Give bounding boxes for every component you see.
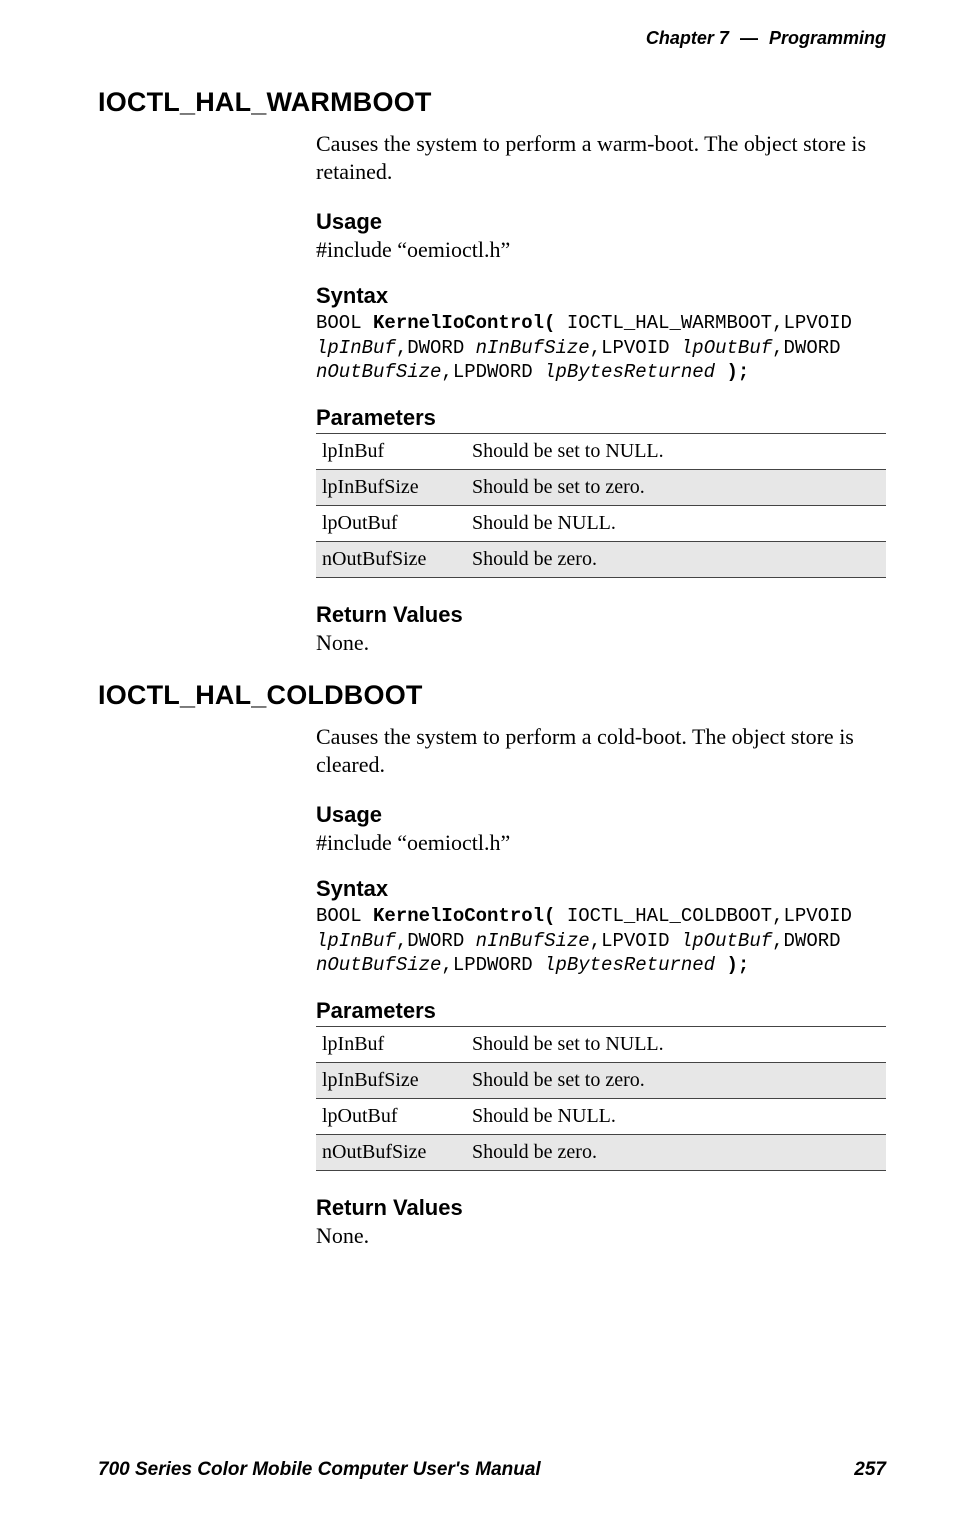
table-row: nOutBufSize Should be zero. — [316, 542, 886, 578]
param-desc: Should be set to NULL. — [466, 1027, 886, 1063]
usage-heading: Usage — [316, 802, 886, 828]
param-name: nOutBufSize — [316, 542, 466, 578]
section-body: Causes the system to perform a warm-boot… — [316, 130, 886, 656]
syntax-text: IOCTL_HAL_WARMBOOT,LPVOID — [555, 312, 851, 334]
syntax-italic: lpInBuf — [316, 930, 396, 952]
parameters-heading: Parameters — [316, 405, 886, 431]
syntax-italic: nOutBufSize — [316, 954, 441, 976]
param-name: nOutBufSize — [316, 1135, 466, 1171]
syntax-text: ,LPVOID — [590, 930, 681, 952]
syntax-italic: lpOutBuf — [681, 337, 772, 359]
param-desc: Should be set to zero. — [466, 470, 886, 506]
table-row: nOutBufSize Should be zero. — [316, 1135, 886, 1171]
table-row: lpInBufSize Should be set to zero. — [316, 470, 886, 506]
syntax-text: ,LPDWORD — [441, 361, 544, 383]
syntax-italic: lpBytesReturned — [544, 361, 715, 383]
running-footer: 700 Series Color Mobile Computer User's … — [98, 1459, 886, 1481]
table-row: lpInBuf Should be set to NULL. — [316, 434, 886, 470]
table-row: lpOutBuf Should be NULL. — [316, 1099, 886, 1135]
syntax-heading: Syntax — [316, 283, 886, 309]
usage-text: #include “oemioctl.h” — [316, 237, 886, 263]
parameters-heading: Parameters — [316, 998, 886, 1024]
syntax-italic: nOutBufSize — [316, 361, 441, 383]
syntax-text: BOOL — [316, 905, 373, 927]
chapter-title: Programming — [769, 28, 886, 48]
syntax-block: BOOL KernelIoControl( IOCTL_HAL_COLDBOOT… — [316, 904, 886, 978]
param-desc: Should be NULL. — [466, 1099, 886, 1135]
param-name: lpInBuf — [316, 434, 466, 470]
syntax-text: ,DWORD — [772, 930, 840, 952]
manual-title: 700 Series Color Mobile Computer User's … — [98, 1459, 541, 1481]
page-number: 257 — [854, 1459, 886, 1481]
syntax-bold: ); — [715, 361, 749, 383]
syntax-block: BOOL KernelIoControl( IOCTL_HAL_WARMBOOT… — [316, 311, 886, 385]
page: Chapter 7 — Programming IOCTL_HAL_WARMBO… — [0, 0, 976, 1519]
table-row: lpInBufSize Should be set to zero. — [316, 1063, 886, 1099]
param-name: lpInBuf — [316, 1027, 466, 1063]
syntax-bold: KernelIoControl( — [373, 905, 555, 927]
running-header: Chapter 7 — Programming — [98, 28, 886, 49]
return-values-text: None. — [316, 1223, 886, 1249]
table-row: lpOutBuf Should be NULL. — [316, 506, 886, 542]
table-row: lpInBuf Should be set to NULL. — [316, 1027, 886, 1063]
syntax-text: ,LPDWORD — [441, 954, 544, 976]
chapter-number: 7 — [719, 28, 729, 48]
param-desc: Should be set to NULL. — [466, 434, 886, 470]
syntax-text: IOCTL_HAL_COLDBOOT,LPVOID — [555, 905, 851, 927]
section-heading: IOCTL_HAL_WARMBOOT — [98, 87, 886, 118]
syntax-text: BOOL — [316, 312, 373, 334]
param-name: lpOutBuf — [316, 506, 466, 542]
usage-text: #include “oemioctl.h” — [316, 830, 886, 856]
section-description: Causes the system to perform a cold-boot… — [316, 723, 886, 778]
syntax-text: ,DWORD — [396, 337, 476, 359]
parameters-table: lpInBuf Should be set to NULL. lpInBufSi… — [316, 1026, 886, 1171]
chapter-label: Chapter — [646, 28, 714, 48]
usage-heading: Usage — [316, 209, 886, 235]
section-heading: IOCTL_HAL_COLDBOOT — [98, 680, 886, 711]
syntax-bold: KernelIoControl( — [373, 312, 555, 334]
syntax-italic: nInBufSize — [476, 337, 590, 359]
syntax-italic: nInBufSize — [476, 930, 590, 952]
section-description: Causes the system to perform a warm-boot… — [316, 130, 886, 185]
return-values-heading: Return Values — [316, 602, 886, 628]
syntax-heading: Syntax — [316, 876, 886, 902]
syntax-text: ,LPVOID — [590, 337, 681, 359]
param-desc: Should be zero. — [466, 542, 886, 578]
param-desc: Should be zero. — [466, 1135, 886, 1171]
param-name: lpOutBuf — [316, 1099, 466, 1135]
parameters-table: lpInBuf Should be set to NULL. lpInBufSi… — [316, 433, 886, 578]
param-name: lpInBufSize — [316, 1063, 466, 1099]
param-desc: Should be NULL. — [466, 506, 886, 542]
param-name: lpInBufSize — [316, 470, 466, 506]
section-body: Causes the system to perform a cold-boot… — [316, 723, 886, 1249]
syntax-italic: lpBytesReturned — [544, 954, 715, 976]
syntax-italic: lpInBuf — [316, 337, 396, 359]
syntax-text: ,DWORD — [396, 930, 476, 952]
header-separator: — — [734, 28, 764, 48]
return-values-heading: Return Values — [316, 1195, 886, 1221]
syntax-italic: lpOutBuf — [681, 930, 772, 952]
syntax-text: ,DWORD — [772, 337, 840, 359]
syntax-bold: ); — [715, 954, 749, 976]
param-desc: Should be set to zero. — [466, 1063, 886, 1099]
return-values-text: None. — [316, 630, 886, 656]
